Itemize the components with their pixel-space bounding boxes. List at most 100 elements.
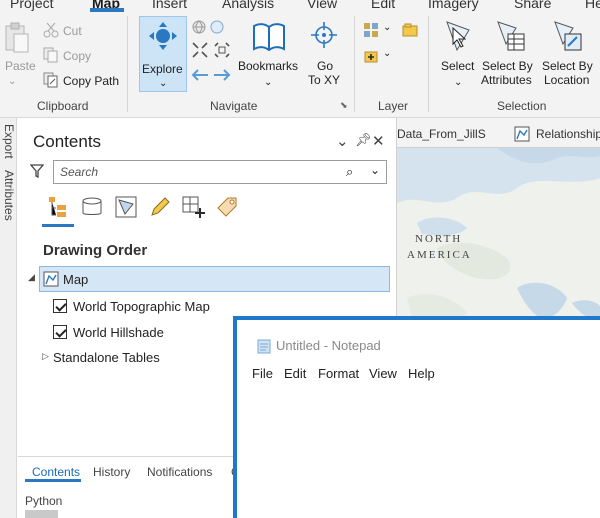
paste-dropdown-icon[interactable]: ⌄ [8, 76, 16, 87]
drawing-order-heading: Drawing Order [43, 242, 148, 259]
back-arrow-icon[interactable] [191, 68, 209, 85]
data-source-icon[interactable] [81, 196, 103, 221]
dialog-launcher-icon[interactable]: ⬊ [340, 100, 348, 111]
notepad-body: Untitled - Notepad File Edit Format View… [237, 320, 600, 518]
select-by-location-label-1[interactable]: Select By [542, 59, 593, 73]
group-divider [354, 16, 355, 112]
explore-button[interactable]: Explore ⌄ [139, 16, 187, 92]
paste-icon [4, 22, 30, 59]
basemap-dropdown-icon[interactable]: ⌄ [383, 22, 391, 33]
search-icon[interactable]: ⌕ [346, 164, 353, 180]
select-by-attributes-label-1[interactable]: Select By [482, 59, 533, 73]
basemap-icon[interactable] [363, 22, 379, 41]
add-preset-icon[interactable] [363, 48, 379, 67]
tab-share[interactable]: Share [514, 0, 551, 11]
expand-map-icon[interactable]: ◢ [28, 272, 35, 283]
labeling-icon[interactable] [216, 196, 240, 221]
snapping-icon[interactable] [182, 196, 206, 221]
map-tab[interactable]: Relationship [536, 127, 600, 141]
select-by-location-icon [553, 20, 583, 55]
tab-help[interactable]: He [585, 0, 600, 11]
tab-notifications[interactable]: Notifications [147, 465, 212, 479]
map-icon [43, 271, 59, 290]
zoom-out-fixed-icon[interactable] [214, 42, 230, 61]
tab-history[interactable]: History [93, 465, 130, 479]
add-data-icon[interactable] [402, 22, 418, 41]
expand-tables-icon[interactable]: ▷ [42, 351, 49, 362]
group-divider [428, 16, 429, 112]
map-layer-row[interactable]: Map [39, 266, 390, 292]
go-to-xy-label-1[interactable]: Go [317, 59, 333, 73]
menu-edit[interactable]: Edit [284, 366, 306, 381]
copy-button[interactable]: Copy [63, 49, 91, 63]
pane-options-icon[interactable]: ⌄ [336, 132, 349, 150]
map-region-label: NORTH [415, 233, 463, 245]
layer-group-label: Layer [378, 99, 409, 113]
layer-name[interactable]: World Topographic Map [73, 299, 210, 314]
select-by-location-label-2[interactable]: Location [544, 73, 589, 87]
copy-path-button[interactable]: Copy Path [63, 74, 119, 88]
layer-checkbox[interactable] [53, 325, 67, 339]
tab-contents[interactable]: Contents [32, 465, 80, 479]
pin-icon[interactable]: 📌︎ [355, 132, 372, 148]
tab-view[interactable]: View [307, 0, 337, 11]
tab-edit[interactable]: Edit [371, 0, 395, 11]
side-tab-export[interactable]: Export [2, 124, 16, 159]
add-preset-dropdown-icon[interactable]: ⌄ [383, 48, 391, 59]
layer-name[interactable]: World Hillshade [73, 325, 164, 340]
forward-arrow-icon[interactable] [213, 68, 231, 85]
bookmarks-button[interactable]: Bookmarks [238, 59, 298, 73]
search-box: ⌕ ⌄ [53, 160, 387, 184]
side-tab-attributes[interactable]: Attributes [2, 170, 16, 221]
tab-analysis[interactable]: Analysis [222, 0, 274, 11]
selection-view-icon[interactable] [115, 196, 137, 221]
explore-label: Explore [142, 62, 183, 76]
notepad-title: Untitled - Notepad [276, 338, 381, 353]
select-dropdown-icon[interactable]: ⌄ [454, 76, 462, 90]
python-tab[interactable]: Python [25, 494, 62, 508]
close-icon[interactable]: ✕ [372, 132, 385, 150]
tab-insert[interactable]: Insert [152, 0, 187, 11]
menu-help[interactable]: Help [408, 366, 435, 381]
notepad-icon [257, 338, 271, 357]
ribbon-tab-bar: Project Map Insert Analysis View Edit Im… [0, 0, 600, 12]
map-label: Map [63, 272, 89, 287]
full-extent-icon[interactable] [210, 20, 224, 37]
standalone-tables-label[interactable]: Standalone Tables [53, 350, 160, 365]
editing-icon[interactable] [149, 196, 171, 221]
menu-format[interactable]: Format [318, 366, 359, 381]
bookmarks-dropdown-icon[interactable]: ⌄ [264, 76, 272, 90]
tab-imagery[interactable]: Imagery [428, 0, 479, 11]
copy-icon [43, 47, 59, 66]
go-to-xy-label-2[interactable]: To XY [308, 73, 340, 87]
menu-view[interactable]: View [369, 366, 397, 381]
search-input[interactable] [54, 161, 324, 183]
map-tab-bar: Data_From_JillS Relationship [397, 118, 600, 148]
tab-project[interactable]: Project [10, 0, 54, 11]
group-divider [127, 16, 128, 112]
notepad-window: Untitled - Notepad File Edit Format View… [233, 316, 600, 518]
go-to-xy-icon [311, 22, 337, 55]
select-button[interactable]: Select [441, 59, 474, 73]
paste-button[interactable]: Paste [5, 59, 36, 73]
cut-button[interactable]: Cut [63, 24, 82, 38]
zoom-in-fixed-icon[interactable] [192, 42, 208, 61]
select-by-attributes-icon [496, 20, 526, 55]
search-dropdown-icon[interactable]: ⌄ [370, 163, 380, 177]
side-tab-strip: Export Attributes [0, 118, 17, 518]
explore-icon [148, 21, 178, 54]
globe-icon[interactable] [192, 20, 206, 37]
filter-icon[interactable] [29, 164, 45, 181]
select-by-attributes-label-2[interactable]: Attributes [481, 73, 532, 87]
copy-path-icon [43, 72, 59, 91]
layer-checkbox[interactable] [53, 299, 67, 313]
pane-title: Contents [33, 132, 102, 151]
python-scrollbar[interactable] [25, 510, 58, 518]
selection-group-label: Selection [497, 99, 547, 113]
map-tab[interactable]: Data_From_JillS [397, 127, 486, 141]
drawing-order-icon[interactable] [48, 196, 68, 221]
map-tab-icon [514, 126, 530, 145]
active-view-indicator [42, 224, 74, 227]
notepad-text-area[interactable] [249, 392, 599, 516]
menu-file[interactable]: File [252, 366, 273, 381]
